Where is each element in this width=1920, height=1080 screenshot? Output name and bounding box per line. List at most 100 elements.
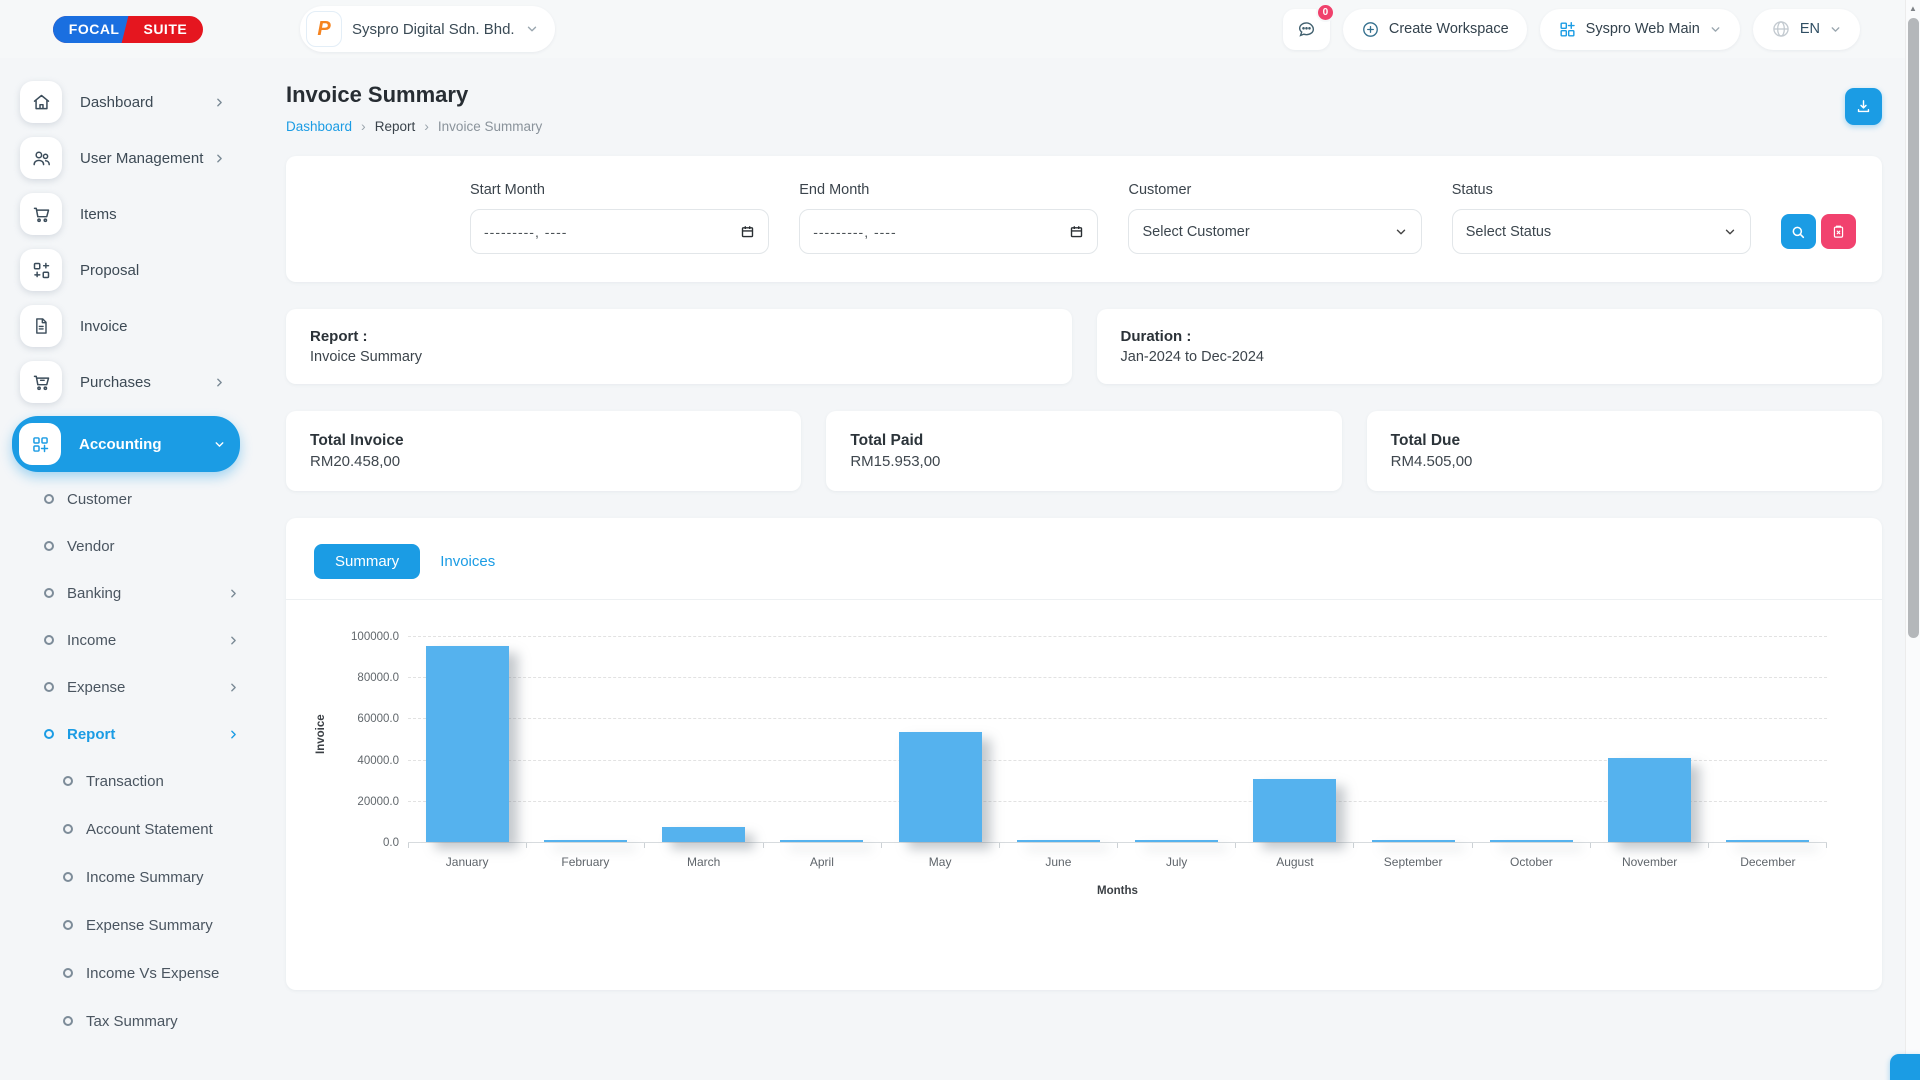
scrollbar-up-arrow[interactable]: ▲: [1906, 0, 1920, 13]
create-workspace-label: Create Workspace: [1389, 21, 1509, 37]
sidebar-item-banking[interactable]: Banking: [0, 578, 240, 608]
cart-icon: [20, 193, 62, 235]
chevron-right-icon: [227, 728, 240, 741]
bar-july[interactable]: [1135, 840, 1218, 842]
status-label: Status: [1452, 182, 1751, 198]
sidebar-item-label: User Management: [80, 150, 203, 167]
chevron-right-icon: [213, 96, 226, 109]
reset-button[interactable]: [1821, 214, 1856, 249]
sidebar-item-report[interactable]: Report: [0, 719, 240, 749]
end-month-input[interactable]: ---------, ----: [799, 209, 1098, 254]
messages-button[interactable]: 0: [1283, 9, 1330, 50]
sidebar-item-accounting[interactable]: Accounting: [12, 416, 240, 472]
bullet-circle-icon: [44, 494, 54, 504]
bar-june[interactable]: [1017, 840, 1100, 842]
corner-floating-button[interactable]: [1890, 1054, 1920, 1080]
sidebar-item-customer[interactable]: Customer: [0, 484, 240, 514]
sidebar-item-label: Income Summary: [86, 869, 204, 886]
end-month-field: End Month ---------, ----: [799, 182, 1098, 254]
bullet-circle-icon: [44, 588, 54, 598]
report-card-label: Report :: [310, 328, 1048, 345]
search-button[interactable]: [1781, 214, 1816, 249]
sidebar-item-items[interactable]: Items: [12, 192, 240, 236]
sidebar-item-label: Expense: [67, 679, 125, 696]
sidebar-item-label: Vendor: [67, 538, 115, 555]
workspace-avatar: P: [306, 11, 342, 47]
sidebar-item-vendor[interactable]: Vendor: [0, 531, 240, 561]
sidebar-item-income-summary[interactable]: Income Summary: [0, 862, 240, 892]
language-selector[interactable]: EN: [1753, 9, 1860, 50]
total-label: Total Paid: [850, 432, 1317, 450]
customer-select[interactable]: Select Customer: [1128, 209, 1421, 254]
bullet-circle-icon: [63, 920, 73, 930]
chevron-right-icon: [213, 376, 226, 389]
bar-march[interactable]: [662, 827, 745, 842]
chevron-right-icon: [227, 681, 240, 694]
sidebar-item-purchases[interactable]: Purchases: [12, 360, 240, 404]
duration-card-label: Duration :: [1121, 328, 1859, 345]
vertical-scrollbar[interactable]: ▲: [1905, 0, 1920, 1080]
breadcrumb-invoice-summary: Invoice Summary: [438, 119, 542, 134]
download-button[interactable]: [1845, 88, 1882, 125]
sidebar: Dashboard User Management Items Proposal Inv…: [0, 58, 256, 1080]
chart-x-axis-title: Months: [408, 885, 1827, 897]
x-tick-label: March: [645, 855, 763, 869]
sidebar-item-expense[interactable]: Expense: [0, 672, 240, 702]
start-month-field: Start Month ---------, ----: [470, 182, 769, 254]
start-month-input[interactable]: ---------, ----: [470, 209, 769, 254]
sidebar-item-income-vs-expense[interactable]: Income Vs Expense: [0, 958, 240, 988]
calendar-icon[interactable]: [740, 224, 755, 239]
sidebar-item-user-management[interactable]: User Management: [12, 136, 240, 180]
topbar-actions: 0 Create Workspace Syspro Web Main: [1283, 9, 1860, 50]
bar-january[interactable]: [426, 646, 509, 842]
sidebar-item-label: Tax Summary: [86, 1013, 178, 1030]
sidebar-item-tax-summary[interactable]: Tax Summary: [0, 1006, 240, 1036]
y-tick-label: 80000.0: [357, 672, 399, 684]
accounting-grid-plus-icon: [19, 423, 61, 465]
chevron-right-icon: [227, 634, 240, 647]
bar-october[interactable]: [1490, 840, 1573, 842]
bar-september[interactable]: [1372, 840, 1455, 842]
logo-text-suite: SUITE: [131, 21, 203, 37]
download-icon: [1855, 98, 1872, 115]
chevron-down-icon: [213, 438, 226, 451]
chevron-down-icon: [1394, 225, 1408, 239]
sidebar-item-label: Expense Summary: [86, 917, 213, 934]
sidebar-item-invoice[interactable]: Invoice: [12, 304, 240, 348]
tab-invoices[interactable]: Invoices: [436, 544, 499, 579]
bar-december[interactable]: [1726, 840, 1809, 842]
sidebar-item-label: Income: [67, 632, 116, 649]
bar-february[interactable]: [544, 840, 627, 842]
customer-label: Customer: [1128, 182, 1421, 198]
bar-may[interactable]: [899, 732, 982, 842]
tab-summary[interactable]: Summary: [314, 544, 420, 579]
purchases-cart-icon: [20, 361, 62, 403]
bar-november[interactable]: [1608, 758, 1691, 842]
bullet-circle-icon: [63, 776, 73, 786]
breadcrumb-dashboard[interactable]: Dashboard: [286, 119, 352, 134]
create-workspace-button[interactable]: Create Workspace: [1343, 9, 1527, 50]
tabs-divider: [286, 599, 1882, 600]
sidebar-item-income[interactable]: Income: [0, 625, 240, 655]
bar-april[interactable]: [780, 840, 863, 842]
main-content: Invoice Summary Dashboard›Report›Invoice…: [256, 58, 1920, 1080]
customer-field: Customer Select Customer: [1128, 182, 1421, 254]
scrollbar-thumb[interactable]: [1908, 18, 1919, 638]
chart-y-axis-title: Invoice: [315, 740, 327, 754]
breadcrumb: Dashboard›Report›Invoice Summary: [286, 118, 1882, 134]
sidebar-item-transaction[interactable]: Transaction: [0, 766, 240, 796]
workspace-selector[interactable]: P Syspro Digital Sdn. Bhd.: [300, 6, 555, 52]
sidebar-item-dashboard[interactable]: Dashboard: [12, 80, 240, 124]
sidebar-item-proposal[interactable]: Proposal: [12, 248, 240, 292]
chart-plot: 100000.080000.060000.040000.020000.00.0: [408, 636, 1827, 842]
status-select[interactable]: Select Status: [1452, 209, 1751, 254]
calendar-icon[interactable]: [1069, 224, 1084, 239]
logo-text-focal: FOCAL: [53, 21, 132, 37]
app-selector[interactable]: Syspro Web Main: [1540, 9, 1740, 50]
breadcrumb-report[interactable]: Report: [375, 119, 416, 134]
sidebar-item-expense-summary[interactable]: Expense Summary: [0, 910, 240, 940]
users-icon: [20, 137, 62, 179]
workspace-name: Syspro Digital Sdn. Bhd.: [352, 21, 515, 38]
sidebar-item-account-statement[interactable]: Account Statement: [0, 814, 240, 844]
bar-august[interactable]: [1253, 779, 1336, 842]
